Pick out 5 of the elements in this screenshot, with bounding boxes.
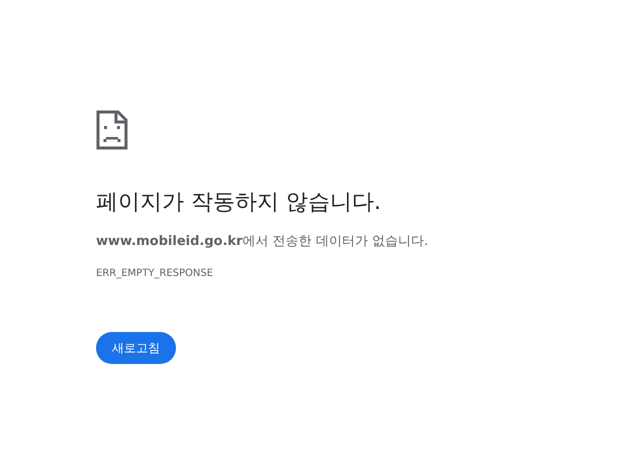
error-heading: 페이지가 작동하지 않습니다. [96, 189, 381, 217]
error-code: ERR_EMPTY_RESPONSE [96, 267, 214, 281]
error-message: www.mobileid.go.kr에서 전송한 데이터가 없습니다. [96, 233, 428, 251]
sad-page-icon [96, 110, 128, 150]
reload-button[interactable]: 새로고침 [96, 332, 176, 364]
